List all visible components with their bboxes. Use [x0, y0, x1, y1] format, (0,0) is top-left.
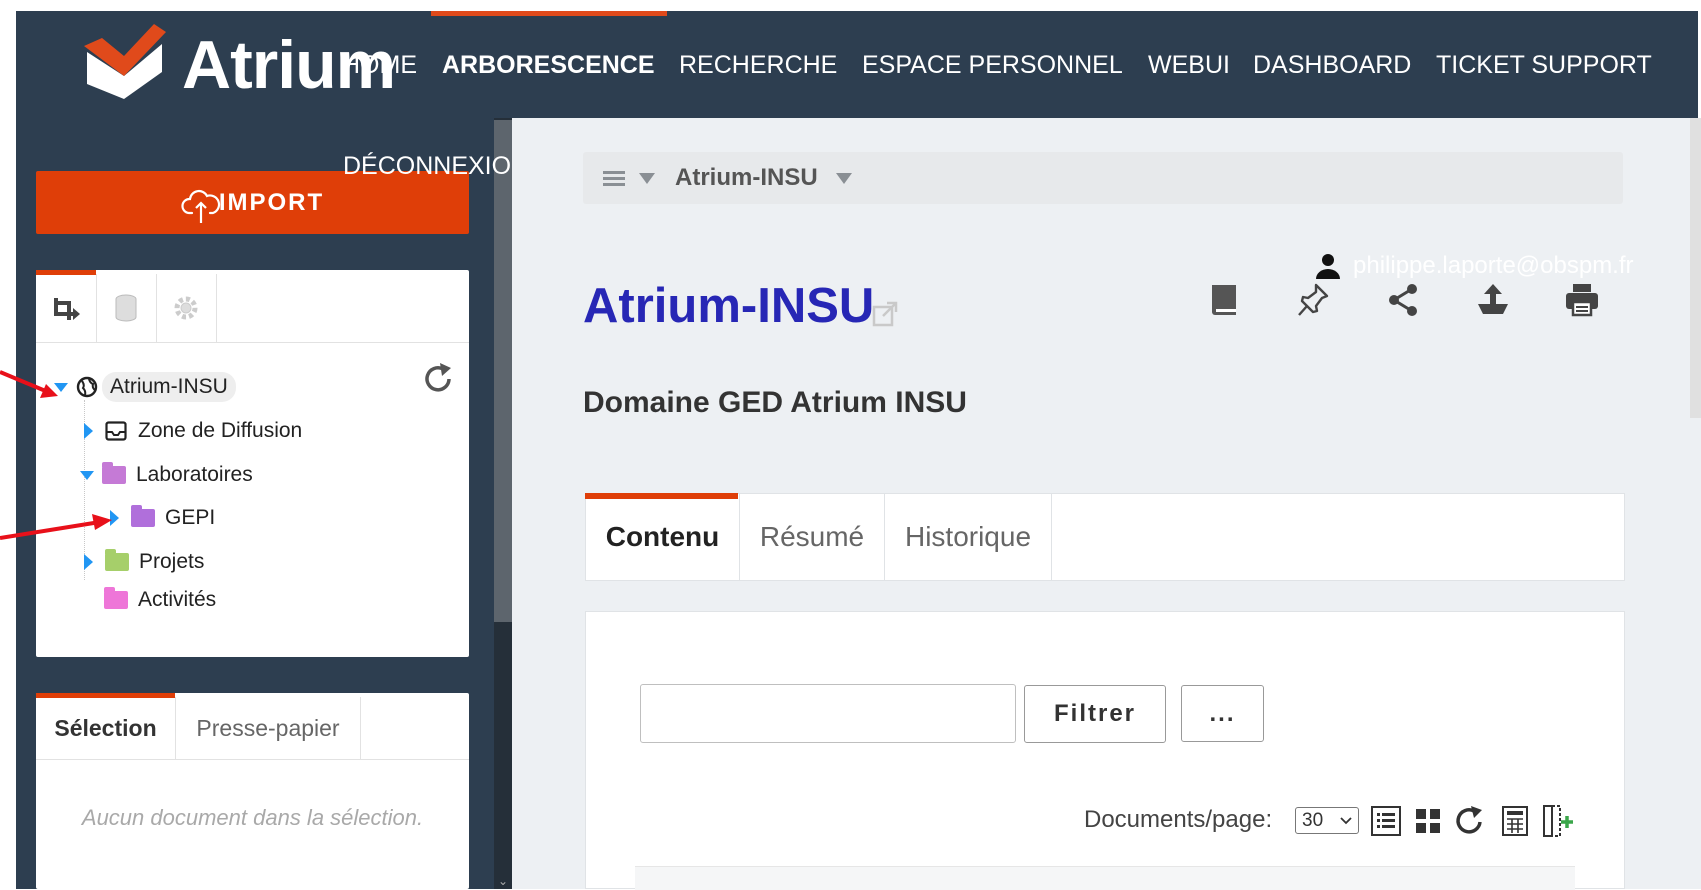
folder-icon	[104, 587, 128, 609]
tree-icon	[54, 298, 80, 320]
add-column-icon-svg	[1543, 805, 1573, 837]
content-card	[585, 611, 1625, 889]
grid-view-icon-svg	[1416, 809, 1440, 833]
nav-recherche[interactable]: RECHERCHE	[679, 50, 837, 80]
tree-node-label[interactable]: Laboratoires	[136, 463, 253, 487]
tab-presse-papier[interactable]: Presse-papier	[176, 697, 361, 759]
documents-per-page-label: Documents/page:	[1084, 806, 1273, 833]
list-view-icon-svg	[1371, 806, 1401, 836]
page-scrollbar[interactable]	[1690, 118, 1701, 418]
reload-icon[interactable]	[1452, 803, 1488, 839]
selection-tab-divider	[36, 759, 469, 760]
list-view-icon[interactable]	[1368, 803, 1404, 839]
spreadsheet-icon[interactable]	[1497, 803, 1533, 839]
tab-resume[interactable]: Résumé	[740, 494, 885, 580]
selection-empty-message: Aucun document dans la sélection.	[81, 805, 424, 830]
tree-node-activites[interactable]: Activités	[104, 585, 216, 615]
page-title: Atrium-INSU	[583, 279, 875, 333]
tree-node-label[interactable]: Zone de Diffusion	[138, 419, 302, 443]
print-icon-svg	[1566, 284, 1598, 317]
gear-icon	[174, 296, 198, 320]
tab-tree[interactable]	[36, 274, 97, 342]
tree-tab-divider	[36, 342, 469, 343]
breadcrumb-item[interactable]: Atrium-INSU	[675, 164, 818, 192]
folder-icon	[131, 505, 155, 527]
tree-node-label[interactable]: GEPI	[165, 506, 215, 530]
page-subtitle: Domaine GED Atrium INSU	[583, 386, 967, 419]
nav-home[interactable]: HOME	[342, 50, 417, 80]
more-options-button[interactable]: ...	[1181, 685, 1264, 742]
upload-icon[interactable]	[1473, 280, 1513, 320]
database-icon	[115, 294, 137, 322]
cloud-upload-icon	[181, 189, 220, 223]
dropdown-triangle-icon[interactable]	[639, 172, 655, 184]
book-icon-svg	[1212, 285, 1236, 315]
nav-deconnexion[interactable]: DÉCONNEXION	[343, 151, 529, 181]
tab-historique[interactable]: Historique	[885, 494, 1052, 580]
refresh-icon[interactable]	[421, 361, 455, 397]
nav-arborescence[interactable]: ARBORESCENCE	[442, 50, 655, 80]
user-email[interactable]: philippe.laporte@obspm.fr	[1353, 251, 1634, 281]
sidebar-scrollbar-thumb[interactable]	[494, 120, 512, 622]
breadcrumb: Atrium-INSU	[583, 152, 1623, 204]
tree-node-label[interactable]: Projets	[139, 550, 204, 574]
documents-per-page-select[interactable]: 30	[1295, 807, 1359, 834]
tab-database[interactable]	[96, 274, 157, 342]
import-label: IMPORT	[218, 188, 325, 216]
tree-node-label[interactable]: Activités	[138, 588, 216, 612]
nav-webui[interactable]: WEBUI	[1148, 50, 1230, 80]
print-icon[interactable]	[1562, 280, 1602, 320]
add-column-icon[interactable]	[1540, 803, 1576, 839]
document-table-header	[635, 866, 1575, 890]
external-link-icon[interactable]	[871, 300, 899, 328]
annotation-arrows	[0, 370, 112, 540]
filter-input[interactable]	[640, 684, 1016, 743]
reload-icon-svg	[1456, 806, 1482, 834]
upload-icon-svg	[1478, 284, 1508, 314]
nav-ticket-support[interactable]: TICKET SUPPORT	[1436, 50, 1652, 80]
nav-espace-personnel[interactable]: ESPACE PERSONNEL	[862, 50, 1123, 80]
user-icon	[1316, 254, 1340, 279]
pin-icon-svg	[1298, 283, 1329, 316]
documents-per-page-value: 30	[1302, 809, 1324, 831]
share-icon[interactable]	[1383, 280, 1423, 320]
spreadsheet-icon-svg	[1502, 806, 1528, 836]
book-icon[interactable]	[1204, 280, 1244, 320]
chevron-down-icon	[1340, 816, 1352, 824]
tab-selection[interactable]: Sélection	[36, 697, 176, 759]
hamburger-icon[interactable]	[603, 170, 625, 186]
nav-dashboard[interactable]: DASHBOARD	[1253, 50, 1411, 80]
tab-contenu[interactable]: Contenu	[586, 494, 740, 580]
grid-view-icon[interactable]	[1410, 803, 1446, 839]
tab-settings[interactable]	[156, 274, 217, 342]
active-nav-indicator	[431, 11, 667, 16]
pin-icon[interactable]	[1293, 280, 1333, 320]
dropdown-triangle-icon[interactable]	[835, 172, 852, 184]
share-icon-svg	[1389, 284, 1417, 316]
scroll-down-arrow-icon[interactable]: ⌄	[494, 873, 512, 889]
filter-button[interactable]: Filtrer	[1024, 685, 1166, 743]
